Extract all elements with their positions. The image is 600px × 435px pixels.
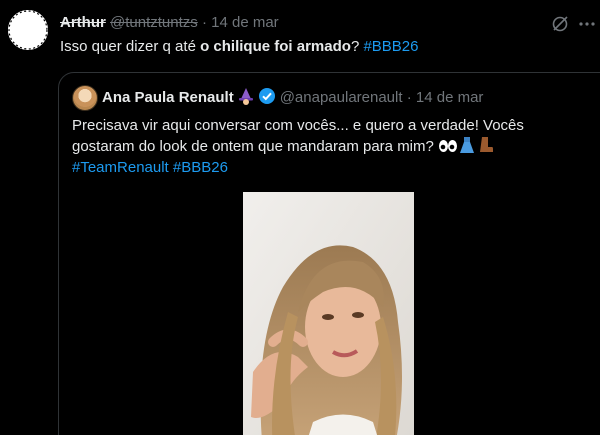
witch-emoji-icon: [238, 88, 253, 105]
quote-line-2-wrap: gostaram do look de ontem que mandaram p…: [72, 136, 542, 157]
tweet-text-suffix: ?: [350, 38, 364, 55]
boot-emoji-icon: [480, 137, 494, 152]
quote-author-avatar: [72, 85, 98, 111]
quote-hashtags: #TeamRenault #BBB26: [72, 157, 542, 178]
hashtag-teamrenault[interactable]: #TeamRenault: [72, 159, 169, 176]
dress-emoji-icon: [460, 137, 475, 153]
author-name[interactable]: Arthur: [60, 14, 106, 31]
quote-line-2: gostaram do look de ontem que mandaram p…: [72, 138, 439, 155]
quote-separator: ·: [406, 89, 412, 106]
author-handle[interactable]: @tuntztuntzs: [110, 14, 198, 31]
grok-icon[interactable]: [550, 14, 570, 34]
more-icon[interactable]: [577, 14, 597, 34]
tweet-header: Arthur @tuntztuntzs · 14 de mar: [60, 14, 279, 31]
verified-badge-icon: [258, 88, 275, 104]
tweet-text-bold: o chilique foi armado: [200, 38, 351, 55]
tweet-date[interactable]: 14 de mar: [211, 14, 279, 31]
quote-author-handle: @anapaularenault: [279, 89, 403, 106]
quoted-tweet-card[interactable]: Ana Paula Renault @anapaularenault · 14 …: [58, 72, 600, 435]
hashtag-bbb26[interactable]: #BBB26: [173, 159, 228, 176]
quote-date: 14 de mar: [415, 89, 484, 106]
author-avatar[interactable]: [8, 10, 48, 50]
meta-separator: ·: [201, 14, 207, 31]
eyes-emoji-icon: [439, 140, 458, 152]
tweet-text: Isso quer dizer q até o chilique foi arm…: [60, 38, 419, 55]
quote-author-name: Ana Paula Renault: [102, 89, 234, 106]
avatar-pattern-icon: [8, 10, 48, 50]
portrait-photo: [243, 192, 414, 435]
quote-line-1: Precisava vir aqui conversar com vocês..…: [72, 117, 524, 134]
tweet-text-prefix: Isso quer dizer q até: [60, 38, 201, 55]
timeline: Arthur @tuntztuntzs · 14 de mar Isso que…: [0, 0, 600, 435]
quote-header: Ana Paula Renault @anapaularenault · 14 …: [102, 87, 483, 106]
quote-text: Precisava vir aqui conversar com vocês..…: [72, 115, 542, 178]
hashtag-link[interactable]: #BBB26: [363, 38, 418, 55]
quote-media-image[interactable]: [243, 192, 414, 435]
